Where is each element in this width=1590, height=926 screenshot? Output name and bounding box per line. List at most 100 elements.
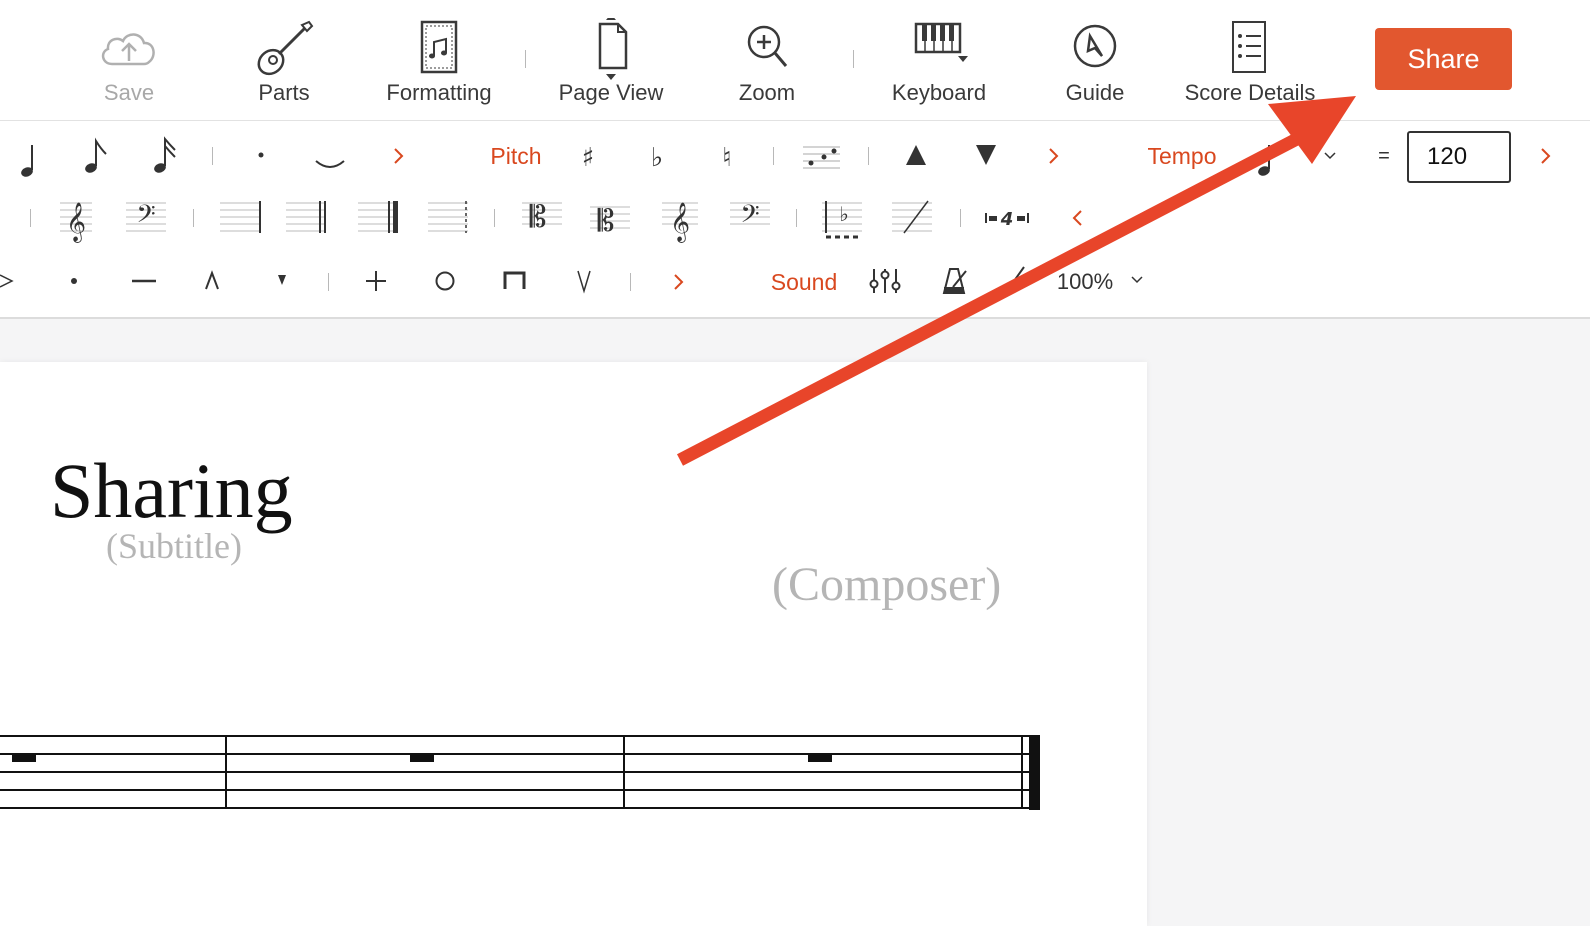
cloud-upload-icon xyxy=(101,33,155,66)
toolbar-divider xyxy=(525,50,526,68)
tie-icon[interactable] xyxy=(315,160,345,168)
page-view-button[interactable]: Page View xyxy=(541,10,681,110)
guide-button[interactable]: Guide xyxy=(1025,10,1165,110)
top-toolbar: Save Parts Formatting Page View Zoom Key… xyxy=(0,0,1590,121)
keyboard-label: Keyboard xyxy=(891,80,987,105)
alto-clef-icon[interactable]: 𝄡 xyxy=(522,200,562,235)
whole-rest[interactable] xyxy=(410,754,434,762)
formatting-button[interactable]: Formatting xyxy=(369,10,509,110)
zoom-label: Zoom xyxy=(738,80,796,105)
eighth-note-icon[interactable] xyxy=(84,137,107,174)
pitch-up-icon[interactable] xyxy=(906,145,926,165)
quarter-note-icon[interactable] xyxy=(20,145,34,178)
palette-divider xyxy=(212,147,213,165)
volume-percent[interactable]: 100% xyxy=(1050,265,1120,299)
score-composer[interactable]: (Composer) xyxy=(772,557,1001,612)
pitch-down-icon[interactable] xyxy=(976,145,996,165)
palette-divider xyxy=(960,209,961,227)
volume-slider-icon[interactable] xyxy=(1003,266,1025,296)
score-subtitle[interactable]: (Subtitle) xyxy=(106,525,242,567)
chevron-right-icon[interactable] xyxy=(1049,148,1059,164)
palette-divider xyxy=(193,209,194,227)
sixteenth-note-icon[interactable] xyxy=(153,136,176,174)
svg-text:𝄢: 𝄢 xyxy=(740,200,759,235)
marcato-icon[interactable] xyxy=(205,270,219,290)
svg-text:𝄞: 𝄞 xyxy=(670,202,690,243)
single-barline-icon[interactable] xyxy=(220,201,261,233)
up-bow-icon[interactable] xyxy=(577,270,591,294)
palette-divider xyxy=(494,209,495,227)
mixer-icon[interactable] xyxy=(869,269,901,293)
open-icon[interactable] xyxy=(435,271,455,291)
compass-icon xyxy=(1073,24,1117,68)
multi-rest-icon[interactable]: 4 xyxy=(985,209,1029,230)
page-view-label: Page View xyxy=(558,80,664,105)
staccatissimo-icon[interactable] xyxy=(278,275,286,285)
tempo-note-icon[interactable] xyxy=(1257,145,1271,177)
tempo-input[interactable]: 120 xyxy=(1407,131,1511,183)
notation-palette: ♯ ♭ ♮ 𝄞 𝄢 𝄡 𝄡 𝄞 𝄢 ♭ 4 Pitch Tempo = Soun… xyxy=(0,121,1590,319)
natural-icon[interactable]: ♮ xyxy=(722,143,731,173)
palette-divider xyxy=(773,147,774,165)
treble-8vb-clef-icon[interactable]: 𝄞 xyxy=(662,202,698,243)
parts-label: Parts xyxy=(258,80,310,105)
page-view-icon xyxy=(598,18,628,80)
score-details-label: Score Details xyxy=(1184,80,1316,105)
svg-text:𝄡: 𝄡 xyxy=(598,204,615,239)
tenor-clef-icon[interactable]: 𝄡 xyxy=(590,204,630,239)
chevron-right-icon[interactable] xyxy=(674,274,684,290)
keyboard-icon xyxy=(914,22,968,62)
score-title[interactable]: Sharing xyxy=(50,446,293,536)
double-barline-icon[interactable] xyxy=(286,201,326,233)
final-barline-icon[interactable] xyxy=(358,201,398,233)
palette-divider xyxy=(30,209,31,227)
treble-clef-icon[interactable]: 𝄞 xyxy=(60,202,92,243)
bass-8vb-clef-icon[interactable]: 𝄢 xyxy=(730,200,770,235)
whole-rest[interactable] xyxy=(12,754,36,762)
bass-clef-icon[interactable]: 𝄢 xyxy=(126,200,166,235)
score-details-button[interactable]: Score Details xyxy=(1180,10,1320,110)
palette-divider xyxy=(868,147,869,165)
guide-label: Guide xyxy=(1065,80,1125,105)
tempo-label: Tempo xyxy=(1147,142,1217,169)
svg-text:4: 4 xyxy=(1000,209,1014,230)
tempo-equals: = xyxy=(1378,144,1390,167)
pitch-label: Pitch xyxy=(490,142,542,169)
share-button[interactable]: Share xyxy=(1375,28,1512,90)
stopped-icon[interactable] xyxy=(366,271,386,291)
dot-icon[interactable] xyxy=(258,152,264,158)
key-signature-icon[interactable]: ♭ xyxy=(822,201,862,239)
svg-text:♭: ♭ xyxy=(839,202,848,226)
zoom-in-icon xyxy=(747,25,788,67)
sound-label: Sound xyxy=(770,268,838,295)
zoom-button[interactable]: Zoom xyxy=(697,10,837,110)
toolbar-divider xyxy=(853,50,854,68)
time-signature-slash-icon[interactable] xyxy=(892,200,932,234)
grace-notes-icon[interactable] xyxy=(803,146,840,169)
page-music-icon xyxy=(420,20,458,74)
whole-rest[interactable] xyxy=(808,754,832,762)
list-icon xyxy=(1232,21,1266,73)
save-label: Save xyxy=(103,80,155,105)
save-button[interactable]: Save xyxy=(59,10,199,110)
chevron-down-icon[interactable] xyxy=(1324,152,1336,160)
metronome-icon[interactable] xyxy=(942,268,967,294)
chevron-down-icon[interactable] xyxy=(1131,276,1143,284)
chevron-left-icon[interactable] xyxy=(1072,210,1082,226)
keyboard-button[interactable]: Keyboard xyxy=(869,10,1009,110)
down-bow-icon[interactable] xyxy=(503,271,526,289)
accent-icon[interactable] xyxy=(0,274,14,288)
staccato-icon[interactable] xyxy=(71,278,77,284)
dashed-barline-icon[interactable] xyxy=(428,201,468,233)
guitar-icon xyxy=(257,20,314,76)
staff[interactable] xyxy=(0,728,1060,818)
parts-button[interactable]: Parts xyxy=(214,10,354,110)
palette-divider xyxy=(630,273,631,291)
sharp-icon[interactable]: ♯ xyxy=(582,143,595,173)
flat-icon[interactable]: ♭ xyxy=(651,143,663,173)
chevron-right-icon[interactable] xyxy=(394,148,404,164)
chevron-right-icon[interactable] xyxy=(1541,148,1551,164)
palette-divider xyxy=(796,209,797,227)
palette-divider xyxy=(328,273,329,291)
final-barline xyxy=(1029,735,1040,810)
